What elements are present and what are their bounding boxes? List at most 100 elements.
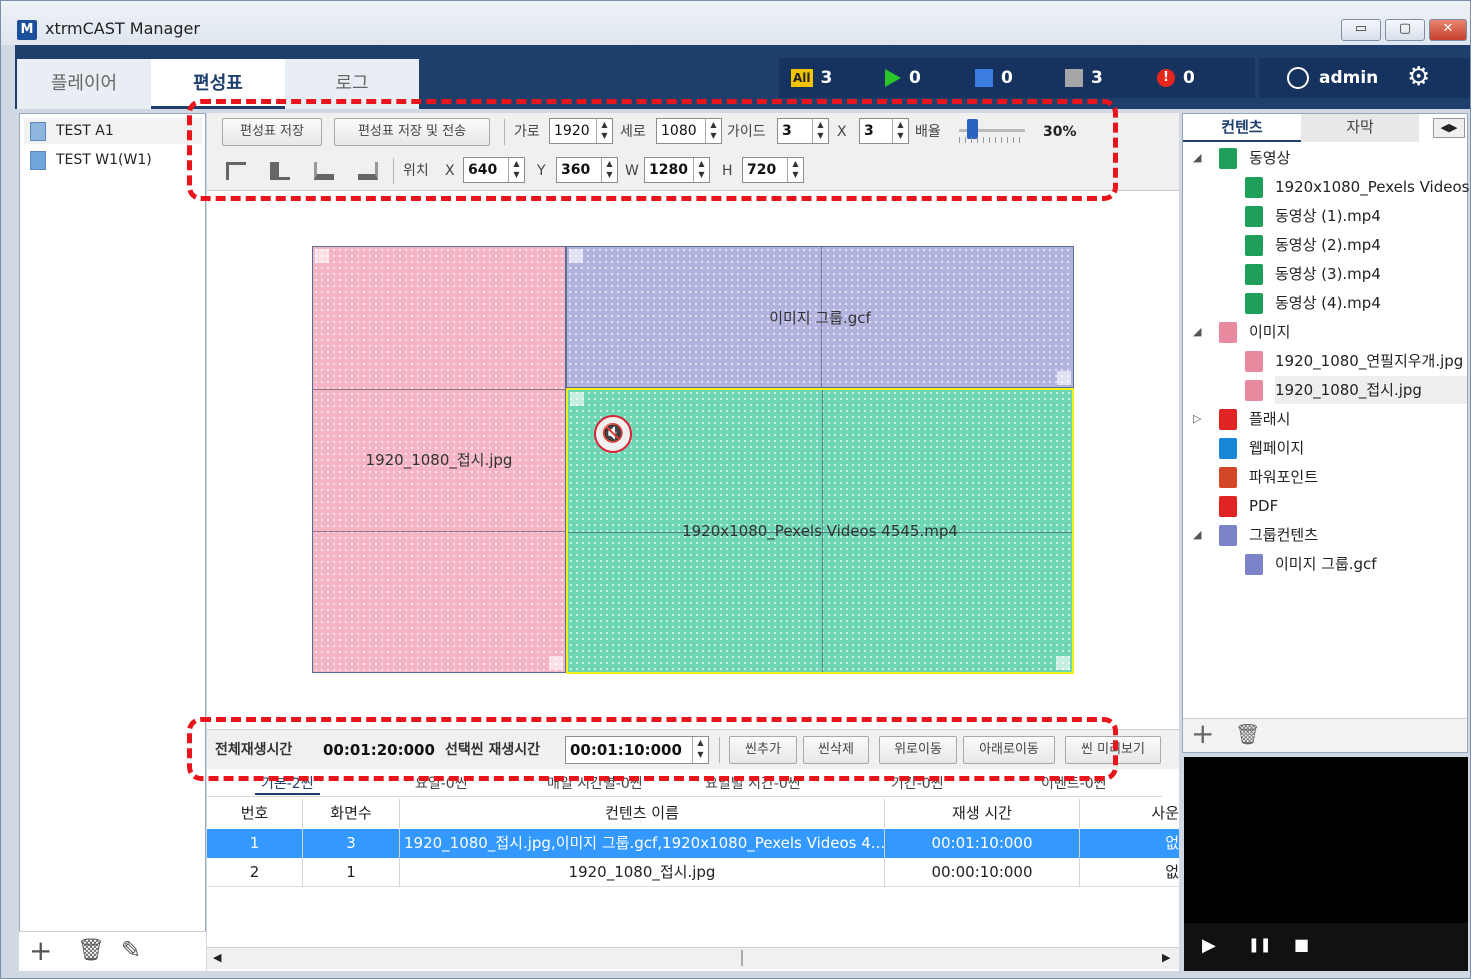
player-item[interactable]: TEST W1(W1) [24, 147, 202, 173]
tab-player[interactable]: 플레이어 [17, 59, 151, 109]
video-file-icon [1245, 293, 1263, 314]
close-button[interactable]: ✕ [1429, 19, 1467, 41]
zone-video-selected[interactable]: 1920x1080_Pexels Videos 4545.mp4 🔇 [566, 388, 1074, 674]
tree-expander-icon[interactable]: ◢ [1193, 144, 1201, 172]
player-list-panel: TEST A1 TEST W1(W1) [19, 113, 206, 971]
settings-gear-icon[interactable]: ⚙ [1407, 62, 1430, 92]
play-button[interactable]: ▶ [1202, 935, 1216, 956]
tree-label: 1920x1080_Pexels Videos... [1275, 178, 1471, 196]
tree-item[interactable]: ▷이미지 그룹.gcf [1245, 550, 1467, 578]
all-count: 3 [820, 68, 833, 88]
tree-item[interactable]: ▷동영상 (4).mp4 [1245, 289, 1467, 317]
scroll-right-icon[interactable]: ▶ [1162, 951, 1170, 964]
player-list-footer: + 🗑 ✎ [19, 931, 206, 971]
error-count: 0 [1183, 68, 1195, 88]
all-icon: All [791, 69, 813, 87]
tree-expander-icon[interactable]: ◢ [1193, 521, 1201, 549]
col-header[interactable]: 재생 시간 [885, 799, 1080, 828]
tree-folder[interactable]: ▷ 플래시 [1193, 405, 1467, 433]
status-stopped[interactable]: 0 [975, 68, 1013, 88]
resize-handle[interactable] [1056, 656, 1070, 670]
tree-label: 파워포인트 [1249, 468, 1319, 486]
table-header-row: 번호 화면수 컨텐츠 이름 재생 시간 사운 [207, 799, 1179, 828]
status-all[interactable]: All 3 [791, 68, 832, 88]
scroll-left-icon[interactable]: ◀ [213, 951, 221, 964]
stop-button[interactable]: ■ [1294, 935, 1309, 954]
cell-content-name: 1920_1080_접시.jpg,이미지 그룹.gcf,1920x1080_Pe… [400, 829, 885, 858]
tree-folder[interactable]: 웹페이지 [1219, 434, 1467, 462]
tree-folder[interactable]: 파워포인트 [1219, 463, 1467, 491]
col-header[interactable]: 화면수 [303, 799, 400, 828]
tree-label: 이미지 그룹.gcf [1275, 555, 1377, 573]
tree-label: 플래시 [1249, 410, 1291, 428]
resize-handle[interactable] [549, 656, 563, 670]
tab-scroll-arrows-icon[interactable]: ◀▶ [1433, 118, 1465, 138]
status-off[interactable]: 3 [1065, 68, 1103, 88]
tree-expander-icon[interactable]: ▷ [1193, 405, 1201, 433]
table-row[interactable]: 1 3 1920_1080_접시.jpg,이미지 그룹.gcf,1920x108… [207, 829, 1179, 858]
guide-line [313, 389, 565, 390]
tree-label: 그룹컨텐츠 [1249, 526, 1319, 544]
zone-image[interactable]: 1920_1080_접시.jpg [312, 246, 566, 673]
off-count: 3 [1091, 68, 1103, 88]
cell-play-time: 00:00:10:000 [885, 858, 1080, 887]
cell-sound: 없 [1165, 834, 1179, 852]
tree-folder[interactable]: ◢ 동영상 [1193, 144, 1467, 172]
player-wall-icon [30, 151, 46, 170]
pdf-file-icon [1219, 496, 1237, 517]
pause-button[interactable]: ❚❚ [1248, 937, 1271, 953]
zone-label: 1920_1080_접시.jpg [365, 451, 513, 469]
minimize-button[interactable]: ▭ [1341, 19, 1381, 41]
tree-item[interactable]: ▷1920_1080_연필지우개.jpg [1245, 347, 1467, 375]
tree-label: 동영상 (2).mp4 [1275, 236, 1381, 254]
tree-label: 동영상 (4).mp4 [1275, 294, 1381, 312]
video-file-icon [1245, 235, 1263, 256]
video-file-icon [1245, 264, 1263, 285]
resize-handle[interactable] [1057, 371, 1071, 385]
tree-item[interactable]: ▷동영상 (3).mp4 [1245, 260, 1467, 288]
tree-folder[interactable]: PDF [1219, 492, 1467, 520]
horizontal-scrollbar[interactable]: ◀ ▶ [207, 947, 1179, 969]
tree-item[interactable]: ▷1920_1080_접시.jpg [1245, 376, 1467, 404]
zone-label: 1920x1080_Pexels Videos 4545.mp4 [682, 522, 958, 540]
col-header[interactable]: 번호 [207, 799, 303, 828]
resize-handle[interactable] [570, 392, 584, 406]
tree-item[interactable]: ▷동영상 (2).mp4 [1245, 231, 1467, 259]
zone-group[interactable]: 이미지 그룹.gcf [566, 246, 1074, 388]
resize-handle[interactable] [569, 249, 583, 263]
delete-player-icon[interactable]: 🗑 [77, 938, 105, 963]
status-error[interactable]: ! 0 [1157, 68, 1195, 88]
col-header[interactable]: 컨텐츠 이름 [400, 799, 885, 828]
add-player-icon[interactable]: + [29, 934, 52, 967]
app-logo: M [17, 20, 37, 40]
tree-item[interactable]: ▷1920x1080_Pexels Videos... [1245, 173, 1471, 201]
tab-contents[interactable]: 컨텐츠 [1183, 114, 1301, 142]
title-bar: M xtrmCAST Manager ▭ ▢ ✕ [1, 1, 1470, 45]
edit-player-icon[interactable]: ✎ [121, 936, 141, 964]
status-playing[interactable]: 0 [885, 68, 921, 88]
off-square-icon [1065, 69, 1083, 87]
resize-handle[interactable] [315, 249, 329, 263]
mute-icon[interactable]: 🔇 [594, 415, 632, 453]
user-name[interactable]: admin [1319, 68, 1378, 88]
tree-folder[interactable]: ◢ 이미지 [1193, 318, 1467, 346]
maximize-button[interactable]: ▢ [1385, 19, 1425, 41]
tree-expander-icon[interactable]: ◢ [1193, 318, 1201, 346]
player-item[interactable]: TEST A1 [24, 118, 202, 144]
preview-controls: ▶ ❚❚ ■ [1184, 923, 1468, 971]
col-header[interactable]: 사운 [1080, 799, 1179, 828]
delete-content-icon[interactable]: 🗑 [1235, 722, 1260, 746]
tree-item[interactable]: ▷동영상 (1).mp4 [1245, 202, 1467, 230]
stopped-count: 0 [1001, 68, 1013, 88]
scroll-thumb[interactable] [741, 950, 743, 966]
app-window: M xtrmCAST Manager ▭ ▢ ✕ 플레이어 편성표 로그 All… [0, 0, 1471, 979]
layout-canvas[interactable]: 1920_1080_접시.jpg 이미지 그룹.gcf 1920x1080_Pe… [207, 192, 1179, 728]
tree-folder[interactable]: ◢ 그룹컨텐츠 [1193, 521, 1467, 549]
tree-label: PDF [1249, 497, 1279, 515]
tab-subtitle[interactable]: 자막 [1301, 114, 1419, 142]
schedule-editor: 편성표 저장 편성표 저장 및 전송 가로 1920 ▲ ▼ 세로 1080 ▲ ▼ 가… [187, 99, 1179, 971]
cell-content-name: 1920_1080_접시.jpg [400, 858, 885, 887]
add-content-icon[interactable]: + [1191, 717, 1214, 750]
table-row[interactable]: 2 1 1920_1080_접시.jpg 00:00:10:000 없 [207, 858, 1179, 887]
image-file-icon [1245, 380, 1263, 401]
